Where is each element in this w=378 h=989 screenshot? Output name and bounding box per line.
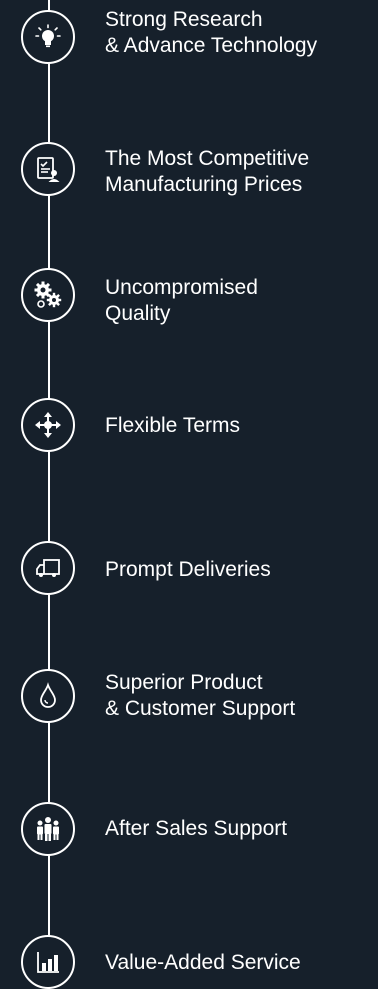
team-icon bbox=[21, 802, 75, 856]
gears-icon bbox=[21, 268, 75, 322]
document-user-icon bbox=[21, 142, 75, 196]
feature-label: The Most Competitive Manufacturing Price… bbox=[105, 147, 310, 196]
features-timeline: Strong Research & Advance Technology The… bbox=[0, 0, 378, 989]
drop-icon bbox=[21, 669, 75, 723]
feature-label: Value-Added Service bbox=[105, 951, 301, 974]
truck-icon bbox=[21, 541, 75, 595]
feature-label: Prompt Deliveries bbox=[105, 558, 271, 581]
lightbulb-icon bbox=[21, 10, 75, 64]
feature-label: Uncompromised Quality bbox=[105, 276, 258, 325]
feature-label: After Sales Support bbox=[105, 817, 288, 840]
feature-label: Strong Research & Advance Technology bbox=[105, 8, 318, 57]
move-arrows-icon bbox=[21, 398, 75, 452]
feature-label: Superior Product & Customer Support bbox=[105, 671, 296, 720]
feature-label: Flexible Terms bbox=[105, 414, 240, 437]
bar-chart-icon bbox=[21, 935, 75, 989]
